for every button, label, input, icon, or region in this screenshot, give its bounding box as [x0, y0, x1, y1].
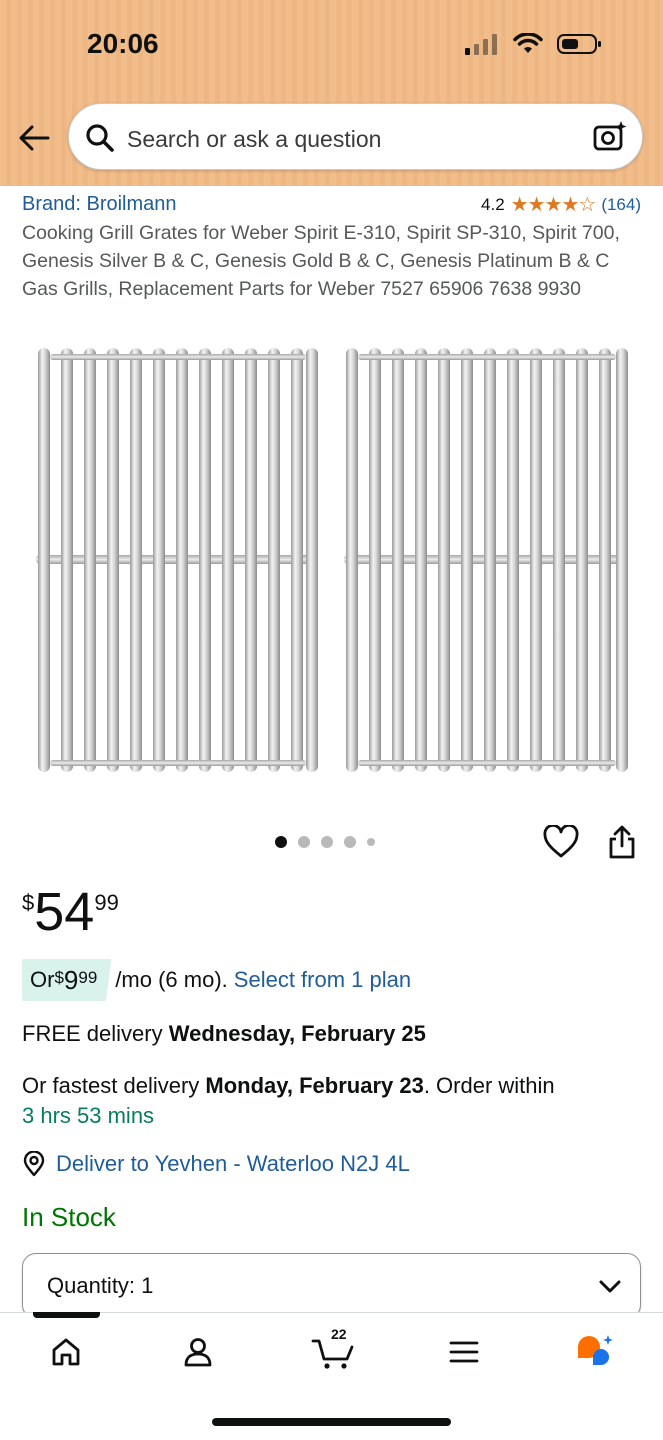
brand-link[interactable]: Brand: Broilmann — [22, 193, 177, 216]
quantity-select[interactable]: Quantity: 1 — [22, 1253, 641, 1319]
fastest-delivery-date: Monday, February 23 — [205, 1073, 424, 1098]
heart-icon[interactable] — [543, 825, 579, 859]
free-delivery-label: FREE delivery — [22, 1021, 169, 1046]
free-delivery: FREE delivery Wednesday, February 25 — [22, 1021, 426, 1047]
user-icon — [184, 1338, 212, 1367]
monthly-plan: Or $ 9 99 /mo (6 mo). Select from 1 plan — [22, 959, 411, 1001]
rating-value: 4.2 — [481, 194, 505, 214]
share-icon[interactable] — [605, 824, 639, 860]
price: $ 54 99 — [22, 882, 119, 942]
tab-menu[interactable] — [442, 1330, 486, 1374]
search-icon — [86, 124, 114, 152]
order-within-label: . Order within — [423, 1073, 555, 1098]
quantity-label: Quantity: — [47, 1273, 136, 1298]
image-carousel-dots[interactable] — [275, 836, 375, 848]
menu-icon — [449, 1341, 479, 1363]
plan-prefix: Or — [30, 967, 55, 992]
cellular-signal-icon — [465, 34, 497, 55]
wifi-icon — [513, 33, 543, 53]
deliver-to-text[interactable]: Deliver to Yevhen - Waterloo N2J 4L — [56, 1151, 410, 1177]
order-countdown: 3 hrs 53 mins — [22, 1103, 155, 1128]
tab-home[interactable] — [44, 1330, 88, 1374]
search-input[interactable]: Search or ask a question — [127, 126, 381, 153]
home-icon — [52, 1338, 80, 1366]
location-pin-icon — [23, 1151, 45, 1177]
status-icons — [465, 33, 603, 55]
search-bar[interactable]: Search or ask a question — [68, 103, 643, 170]
carousel-dot[interactable] — [298, 836, 310, 848]
chevron-down-icon — [599, 1280, 621, 1293]
price-fraction: 99 — [94, 890, 119, 915]
product-image[interactable] — [30, 340, 635, 780]
deliver-to-link[interactable]: Deliver to Yevhen - Waterloo N2J 4L — [22, 1151, 410, 1177]
carousel-dot[interactable] — [275, 836, 287, 848]
rating-count[interactable]: (164) — [601, 195, 641, 215]
stock-status: In Stock — [22, 1202, 116, 1232]
tab-account[interactable] — [176, 1330, 220, 1374]
rating-stars-icon: ★★★★☆ — [510, 194, 597, 216]
camera-search-icon[interactable] — [592, 119, 628, 155]
back-arrow-icon[interactable] — [16, 120, 52, 156]
carousel-dot[interactable] — [321, 836, 333, 848]
plan-term: /mo (6 mo). — [115, 967, 228, 992]
cart-count: 22 — [331, 1326, 347, 1342]
fastest-delivery: Or fastest delivery Monday, February 23.… — [22, 1071, 647, 1131]
tab-rufus[interactable] — [573, 1330, 617, 1374]
status-time: 20:06 — [87, 28, 159, 59]
select-plan-link[interactable]: Select from 1 plan — [234, 967, 411, 993]
monthly-price-chip: Or $ 9 99 — [22, 959, 112, 1001]
plan-whole: 9 — [63, 964, 79, 995]
home-indicator — [212, 1418, 451, 1426]
rufus-assistant-icon — [578, 1335, 613, 1365]
rating-summary[interactable]: 4.2 ★★★★☆ (164) — [481, 192, 641, 217]
quantity-value: 1 — [141, 1273, 154, 1298]
active-tab-indicator — [33, 1312, 100, 1318]
carousel-dot[interactable] — [344, 836, 356, 848]
battery-icon — [557, 34, 601, 54]
plan-currency: $ — [54, 968, 64, 987]
product-title: Cooking Grill Grates for Weber Spirit E-… — [22, 222, 620, 300]
fastest-delivery-label: Or fastest delivery — [22, 1073, 206, 1098]
header: 20:06 Search or ask a question — [0, 0, 663, 186]
free-delivery-date: Wednesday, February 25 — [168, 1021, 426, 1046]
tab-cart[interactable]: 22 — [309, 1326, 359, 1374]
price-currency: $ — [22, 890, 35, 915]
price-whole: 54 — [34, 882, 95, 942]
carousel-dot[interactable] — [367, 838, 375, 846]
plan-fraction: 99 — [78, 968, 98, 987]
